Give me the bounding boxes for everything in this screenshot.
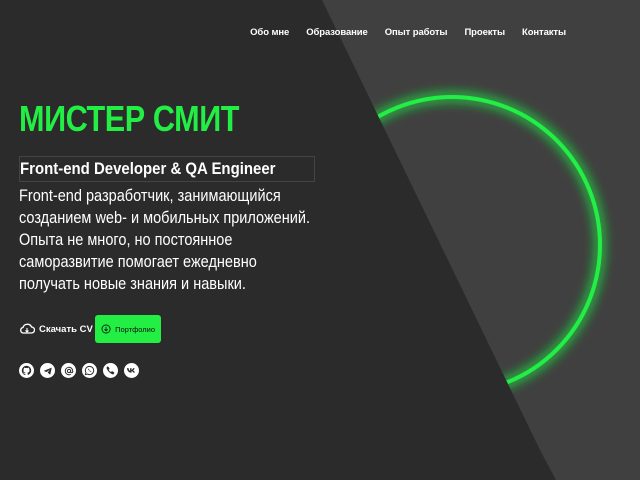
- description-line: получать новые знания и навыки.: [19, 275, 246, 293]
- description-line: созданием web- и мобильных приложений.: [19, 209, 311, 227]
- vk-icon[interactable]: [124, 363, 139, 378]
- hero-description: Front-end разработчик, занимающийся созд…: [19, 185, 311, 295]
- arrow-down-circle-icon: [101, 324, 111, 334]
- telegram-icon[interactable]: [40, 363, 55, 378]
- nav-education[interactable]: Образование: [306, 27, 368, 38]
- nav-experience[interactable]: Опыт работы: [385, 27, 448, 38]
- hero-role-text: Front-end Developer & QA Engineer: [20, 159, 276, 178]
- download-cv-label: Скачать CV: [39, 323, 93, 335]
- description-line: саморазвитие помогает ежедневно: [19, 253, 257, 271]
- download-cv-button[interactable]: Скачать CV: [19, 318, 93, 340]
- description-line: Front-end разработчик, занимающийся: [19, 187, 281, 205]
- viber-icon[interactable]: [103, 363, 118, 378]
- email-icon[interactable]: [61, 363, 76, 378]
- hero-name: МИСТЕР СМИТ: [19, 98, 240, 139]
- hero-role: Front-end Developer & QA Engineer: [19, 156, 315, 182]
- main-nav: Обо мне Образование Опыт работы Проекты …: [250, 27, 566, 38]
- nav-contacts[interactable]: Контакты: [522, 27, 566, 38]
- whatsapp-icon[interactable]: [82, 363, 97, 378]
- social-links: [19, 363, 139, 378]
- github-icon[interactable]: [19, 363, 34, 378]
- nav-projects[interactable]: Проекты: [464, 27, 505, 38]
- description-line: Опыта не много, но постоянное: [19, 231, 233, 249]
- cloud-download-icon: [20, 323, 35, 334]
- portfolio-label: Портфолио: [115, 324, 155, 334]
- nav-about[interactable]: Обо мне: [250, 27, 289, 38]
- portfolio-button[interactable]: Портфолио: [95, 315, 161, 343]
